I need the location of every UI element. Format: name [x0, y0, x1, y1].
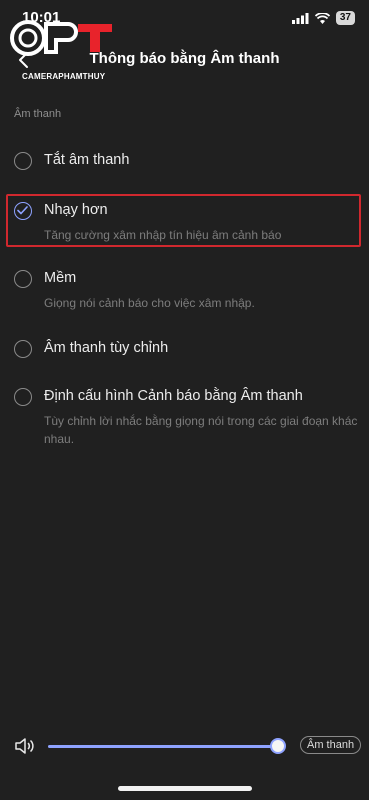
option-title: Âm thanh tùy chỉnh	[44, 340, 169, 356]
radio-button[interactable]	[14, 388, 32, 406]
signal-icon	[291, 12, 309, 24]
volume-slider-track[interactable]	[48, 745, 278, 748]
option-soft[interactable]: Mềm Giọng nói cảnh báo cho việc xâm nhập…	[0, 268, 369, 314]
sound-chip[interactable]: Âm thanh	[300, 736, 362, 754]
option-mute[interactable]: Tắt âm thanh	[0, 150, 369, 180]
highlight-box	[6, 194, 361, 247]
option-custom-sound[interactable]: Âm thanh tùy chỉnh	[0, 338, 369, 368]
status-icons: 37	[291, 11, 355, 25]
radio-button[interactable]	[14, 340, 32, 358]
radio-button[interactable]	[14, 152, 32, 170]
radio-button[interactable]	[14, 270, 32, 288]
volume-slider-thumb[interactable]	[270, 738, 286, 754]
header: Thông báo bằng Âm thanh	[0, 40, 369, 80]
volume-bar: Âm thanh	[0, 730, 369, 762]
option-title: Tắt âm thanh	[44, 152, 130, 168]
section-label: Âm thanh	[14, 108, 62, 120]
wifi-icon	[314, 12, 330, 24]
home-indicator	[118, 786, 252, 791]
battery-icon: 37	[335, 11, 355, 25]
speaker-icon[interactable]	[14, 736, 36, 761]
option-description: Giọng nói cảnh báo cho việc xâm nhập.	[44, 296, 255, 310]
page-title: Thông báo bằng Âm thanh	[89, 50, 280, 67]
option-title: Định cấu hình Cảnh báo bằng Âm thanh	[44, 388, 303, 404]
option-title: Mềm	[44, 270, 77, 286]
option-configure-sound-alerts[interactable]: Định cấu hình Cảnh báo bằng Âm thanh Tùy…	[0, 386, 369, 452]
option-description: Tùy chỉnh lời nhắc bằng giọng nói trong …	[44, 414, 358, 446]
